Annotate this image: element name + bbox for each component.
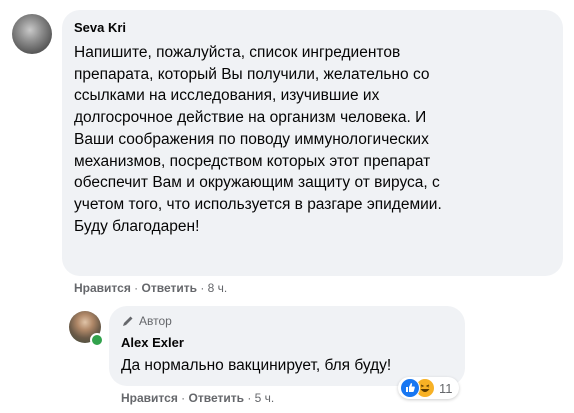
- separator: ·: [200, 281, 205, 295]
- like-button[interactable]: Нравится: [121, 391, 178, 405]
- author-badge: Автор: [121, 314, 172, 328]
- comment-line: препарата, который Вы получили, желатель…: [74, 65, 430, 83]
- comment-line: учетом того, что используется в разгаре …: [74, 195, 442, 213]
- reply-button[interactable]: Ответить: [189, 391, 244, 405]
- pen-icon: [123, 316, 133, 326]
- reaction-count: 11: [439, 380, 453, 396]
- online-status-dot: [90, 333, 104, 347]
- comment-line: Напишите, пожалуйста, список ингредиенто…: [74, 44, 401, 61]
- comment-actions: Нравится · Ответить · 8 ч.: [74, 281, 227, 295]
- reactions-summary[interactable]: 11: [398, 377, 459, 399]
- separator: ·: [247, 391, 252, 405]
- reply-button[interactable]: Ответить: [142, 281, 197, 295]
- separator: ·: [181, 391, 186, 405]
- comment-line: Ваши соображения по поводу иммунологичес…: [74, 130, 429, 148]
- comment-line: долгосрочное действие на организм челове…: [74, 109, 427, 127]
- comment-line: механизмов, посредством которых этот пре…: [74, 152, 431, 170]
- avatar-seva-kri[interactable]: [12, 14, 52, 54]
- comment-text: Напишите, пожалуйста, список ингредиенто…: [74, 42, 442, 237]
- timestamp[interactable]: 5 ч.: [255, 391, 275, 405]
- comment-line: обеспечит Вам и окружающим защиту от вир…: [74, 174, 440, 192]
- reply-text: Да нормально вакцинирует, бля буду!: [121, 357, 392, 374]
- like-icon: [400, 378, 420, 398]
- reply-actions: Нравится · Ответить · 5 ч.: [121, 391, 274, 405]
- comment-author-name[interactable]: Seva Kri: [74, 20, 126, 35]
- comment-line: ссылками на исследования, изучившие их: [74, 87, 380, 105]
- reply-author-name[interactable]: Alex Exler: [121, 335, 184, 350]
- timestamp[interactable]: 8 ч.: [208, 281, 228, 295]
- separator: ·: [134, 281, 139, 295]
- author-badge-label: Автор: [139, 314, 172, 328]
- like-button[interactable]: Нравится: [74, 281, 131, 295]
- comment-line: Буду благодарен!: [74, 217, 200, 235]
